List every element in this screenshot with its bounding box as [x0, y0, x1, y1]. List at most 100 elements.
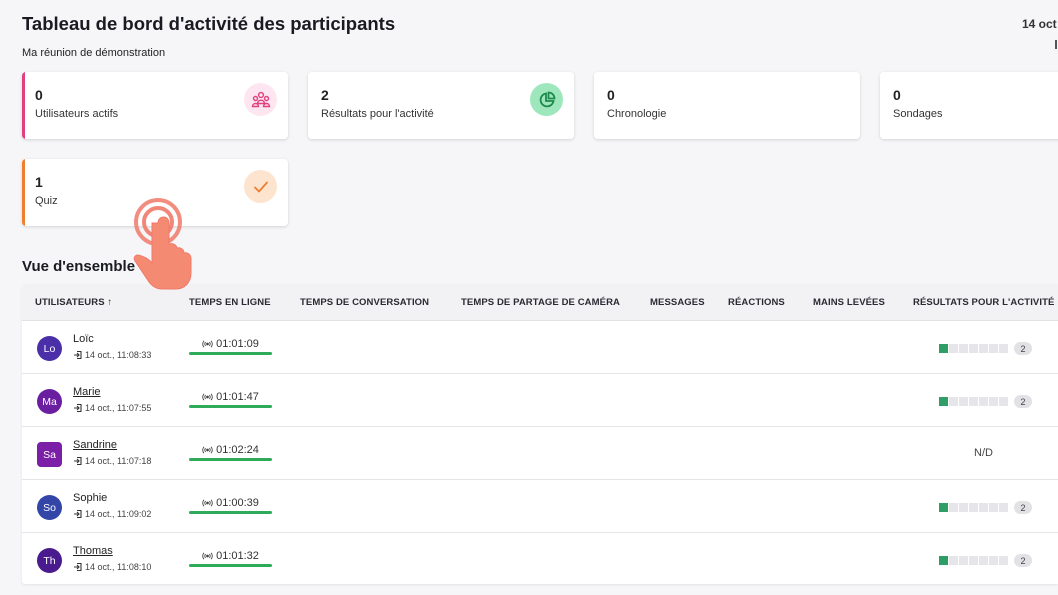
join-time: 14 oct., 11:09:02 — [73, 509, 151, 519]
login-icon — [74, 509, 82, 519]
card-label: Résultats pour l'activité — [321, 108, 434, 120]
online-time-bar — [189, 511, 272, 514]
pie-chart-icon — [530, 83, 563, 116]
online-time: 01:01:09 — [189, 338, 272, 355]
progress-segment — [979, 556, 988, 565]
progress-segment — [959, 344, 968, 353]
progress-segment — [969, 503, 978, 512]
table-row[interactable]: Lo Loïc 14 oct., 11:08:33 01:01:09 2 — [22, 321, 1058, 374]
card-active-users[interactable]: 0 Utilisateurs actifs — [22, 72, 288, 139]
card-value: 1 — [35, 174, 43, 190]
online-time: 01:01:47 — [189, 391, 272, 408]
broadcast-icon — [202, 499, 213, 507]
check-icon — [244, 170, 277, 203]
card-timeline[interactable]: 0 Chronologie — [594, 72, 860, 139]
progress-segment — [949, 344, 958, 353]
card-value: 0 — [607, 87, 615, 103]
column-reactions[interactable]: RÉACTIONS — [728, 297, 785, 308]
online-time-bar — [189, 564, 272, 567]
results-count-badge: 2 — [1014, 501, 1032, 514]
online-time-bar — [189, 352, 272, 355]
activity-results[interactable]: 2 — [939, 501, 1032, 514]
progress-segment — [949, 397, 958, 406]
card-value: 0 — [35, 87, 43, 103]
broadcast-icon — [202, 340, 213, 348]
broadcast-icon — [202, 552, 213, 560]
online-time-text: 01:00:39 — [216, 497, 259, 509]
progress-segment — [969, 397, 978, 406]
join-time: 14 oct., 11:07:55 — [73, 403, 151, 413]
activity-results[interactable]: 2 — [939, 554, 1032, 567]
card-accent — [880, 72, 883, 139]
online-time-bar — [189, 458, 272, 461]
card-activity-results[interactable]: 2 Résultats pour l'activité — [308, 72, 574, 139]
table-row[interactable]: Sa Sandrine 14 oct., 11:07:18 01:02:24 N… — [22, 427, 1058, 480]
table-row[interactable]: So Sophie 14 oct., 11:09:02 01:00:39 2 — [22, 480, 1058, 533]
progress-segment — [999, 397, 1008, 406]
column-users[interactable]: UTILISATEURS ↑ — [35, 297, 112, 308]
card-label: Chronologie — [607, 108, 667, 120]
progress-segment — [969, 344, 978, 353]
login-icon — [74, 350, 82, 360]
join-time-text: 14 oct., 11:08:10 — [85, 562, 152, 572]
date-label: 14 oct — [1022, 17, 1057, 31]
progress-segment — [939, 344, 948, 353]
progress-segment — [999, 556, 1008, 565]
overview-title: Vue d'ensemble — [22, 258, 136, 275]
meeting-subtitle: Ma réunion de démonstration — [22, 47, 166, 59]
progress-segment — [989, 397, 998, 406]
progress-segment — [949, 556, 958, 565]
progress-segment — [959, 503, 968, 512]
participant-name[interactable]: Thomas — [73, 545, 113, 557]
participant-name[interactable]: Marie — [73, 386, 101, 398]
participants-table: UTILISATEURS ↑ TEMPS EN LIGNE TEMPS DE C… — [22, 284, 1058, 584]
progress-segment — [989, 503, 998, 512]
join-time: 14 oct., 11:07:18 — [73, 456, 151, 466]
activity-results[interactable]: 2 — [939, 395, 1032, 408]
online-time-text: 01:02:24 — [216, 444, 259, 456]
online-time-text: 01:01:47 — [216, 391, 259, 403]
card-accent — [594, 72, 597, 139]
avatar: Lo — [37, 336, 62, 361]
online-time-text: 01:01:32 — [216, 550, 259, 562]
date-mark — [1055, 40, 1057, 49]
results-count-badge: 2 — [1014, 395, 1032, 408]
column-conversation-time[interactable]: TEMPS DE CONVERSATION — [300, 297, 429, 308]
results-na: N/D — [974, 447, 993, 459]
participant-name: Sophie — [73, 492, 108, 504]
join-time-text: 14 oct., 11:07:18 — [85, 456, 152, 466]
avatar: Sa — [37, 442, 62, 467]
progress-segment — [979, 503, 988, 512]
broadcast-icon — [202, 446, 213, 454]
column-messages[interactable]: MESSAGES — [650, 297, 705, 308]
table-row[interactable]: Ma Marie 14 oct., 11:07:55 01:01:47 2 — [22, 374, 1058, 427]
activity-results[interactable]: 2 — [939, 342, 1032, 355]
table-row[interactable]: Th Thomas 14 oct., 11:08:10 01:01:32 2 — [22, 533, 1058, 584]
online-time-text: 01:01:09 — [216, 338, 259, 350]
card-accent — [22, 159, 25, 226]
column-raised-hands[interactable]: MAINS LEVÉES — [813, 297, 885, 308]
progress-segment — [989, 556, 998, 565]
progress-segment — [979, 397, 988, 406]
card-value: 2 — [321, 87, 329, 103]
login-icon — [74, 562, 82, 572]
column-online-time[interactable]: TEMPS EN LIGNE — [189, 297, 271, 308]
card-label: Quiz — [35, 195, 58, 207]
progress-segment — [989, 344, 998, 353]
progress-segment — [939, 503, 948, 512]
column-activity-results[interactable]: RÉSULTATS POUR L'ACTIVITÉ — [913, 297, 1054, 308]
participant-name: Loïc — [73, 333, 94, 345]
progress-segment — [969, 556, 978, 565]
login-icon — [74, 403, 82, 413]
broadcast-icon — [202, 393, 213, 401]
progress-segment — [999, 503, 1008, 512]
column-camera-time[interactable]: TEMPS DE PARTAGE DE CAMÉRA — [461, 297, 620, 308]
participant-name[interactable]: Sandrine — [73, 439, 117, 451]
page-title: Tableau de bord d'activité des participa… — [22, 13, 396, 34]
progress-segment — [949, 503, 958, 512]
card-value: 0 — [893, 87, 901, 103]
progress-segment — [959, 556, 968, 565]
card-label: Utilisateurs actifs — [35, 108, 119, 120]
card-polls[interactable]: 0 Sondages — [880, 72, 1058, 139]
users-icon — [244, 83, 277, 116]
